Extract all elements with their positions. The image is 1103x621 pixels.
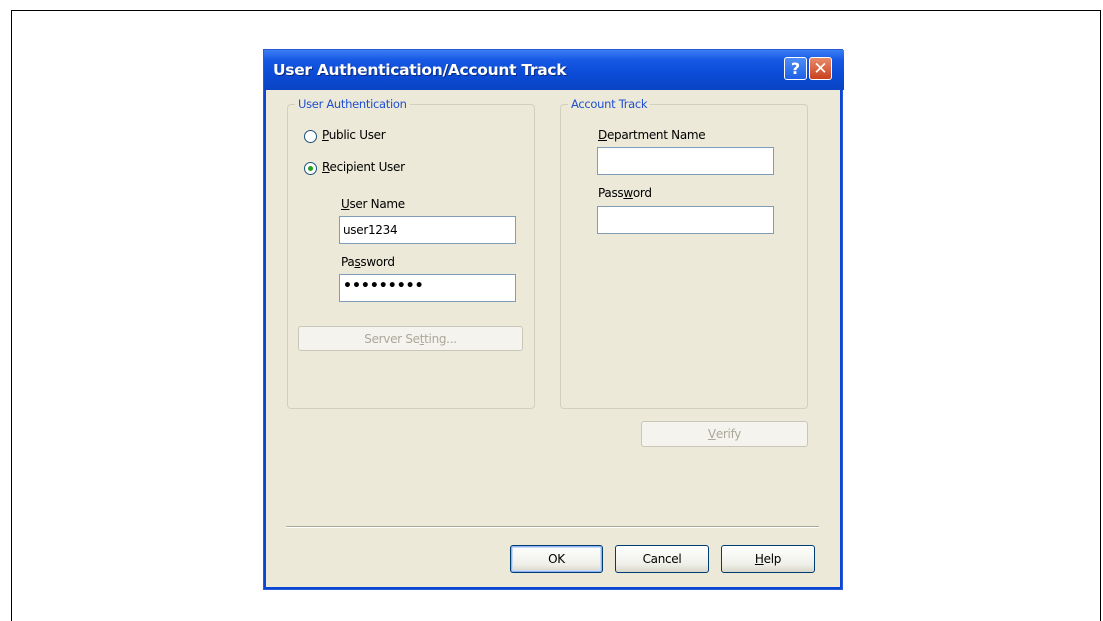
server-setting-pre: Server Se [364,331,420,346]
radio-selected-dot [308,166,313,171]
help-button[interactable]: Help [721,545,815,573]
recipient-user-label-text: ecipient User [329,160,406,174]
server-setting-rest: ting... [424,331,457,346]
ok-button[interactable]: OK [510,545,603,573]
user-name-input[interactable]: user1234 [339,216,516,244]
user-authentication-group-title: User Authentication [295,97,410,111]
public-user-label-text: ublic User [328,128,386,142]
password-label: Password [341,255,395,269]
help-label-text: elp [763,552,782,566]
account-password-input[interactable] [597,206,774,234]
public-user-mnemonic: P [322,128,329,142]
footer-separator [286,526,819,528]
verify-label-text: erify [715,427,742,441]
password-label-pre: Pa [341,255,355,269]
dialog-content: User Authentication Public User Recipien… [264,90,844,591]
account-password-mnemonic: w [623,186,633,200]
help-mnemonic: H [754,552,764,566]
public-user-label[interactable]: Public User [322,128,386,142]
public-user-radio[interactable] [304,130,317,143]
question-mark-icon: ? [790,59,801,78]
user-name-label: User Name [341,197,405,211]
department-name-input[interactable] [597,147,774,175]
account-track-group-title: Account Track [568,97,651,111]
dialog-title: User Authentication/Account Track [273,61,567,79]
close-button[interactable]: ✕ [809,57,832,80]
account-password-label: Password [598,186,652,200]
department-name-label-text: epartment Name [606,128,706,142]
password-label-rest: sword [360,255,395,269]
department-name-label: Department Name [598,128,706,142]
department-name-mnemonic: D [598,128,607,142]
server-setting-button[interactable]: Server Se t ting... [298,326,523,351]
recipient-user-radio[interactable] [304,162,317,175]
verify-button[interactable]: Verify [641,421,808,447]
user-authentication-group: User Authentication [287,97,535,409]
cancel-button[interactable]: Cancel [615,545,709,573]
title-bar[interactable]: User Authentication/Account Track ? ✕ [264,50,844,90]
close-icon: ✕ [813,58,828,79]
dialog-window: User Authentication/Account Track ? ✕ Us… [263,49,844,591]
account-password-rest: ord [632,186,652,200]
recipient-user-label[interactable]: Recipient User [322,160,405,174]
verify-mnemonic: V [707,427,716,441]
password-input[interactable]: ••••••••• [339,274,516,302]
user-name-label-text: ser Name [349,197,405,211]
help-title-button[interactable]: ? [784,57,807,80]
recipient-user-mnemonic: R [322,160,330,174]
account-password-pre: Pass [598,186,624,200]
